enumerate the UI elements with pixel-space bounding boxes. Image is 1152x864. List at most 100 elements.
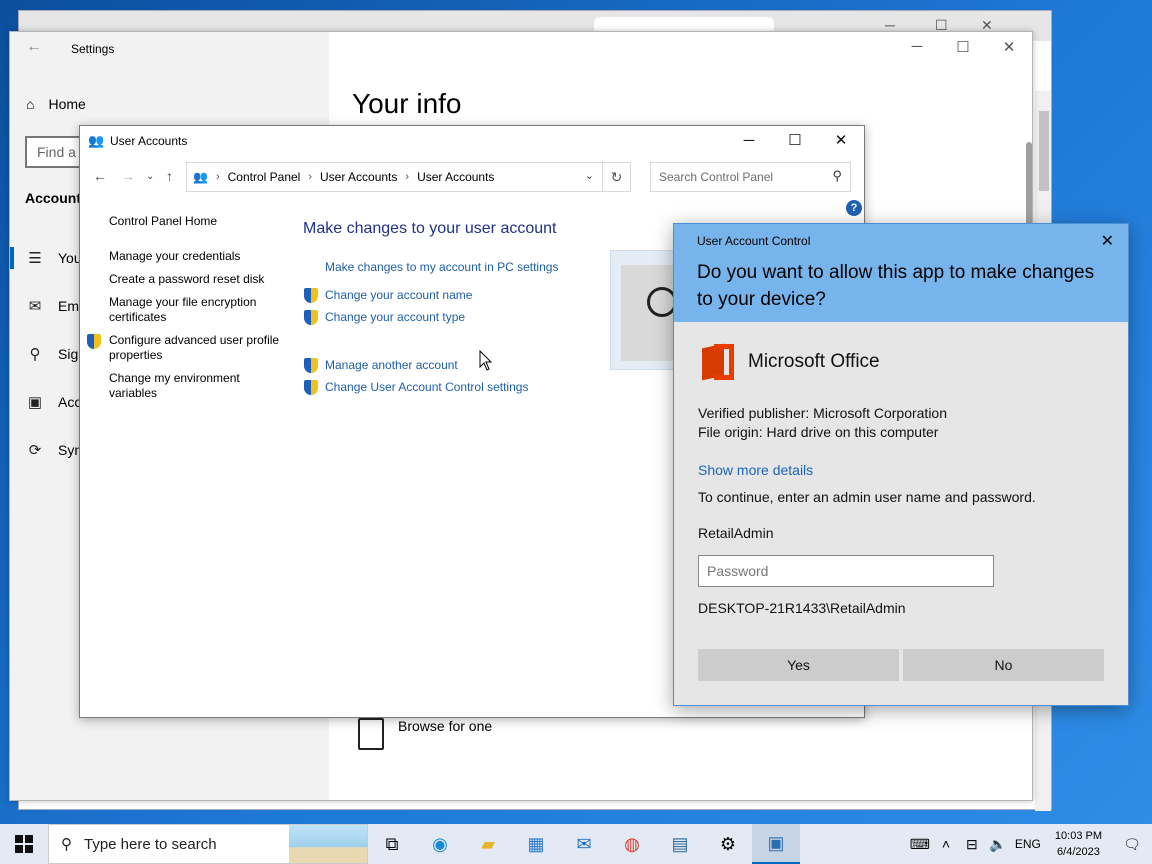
address-dropdown-icon[interactable]: ⌄ <box>585 169 594 182</box>
help-icon[interactable]: ? <box>846 200 862 216</box>
user-accounts-taskbar-icon[interactable]: ▣ <box>752 824 800 864</box>
language-indicator[interactable]: ENG <box>1011 837 1045 851</box>
back-arrow-icon[interactable]: ← <box>26 38 42 56</box>
network-icon[interactable]: ⊟ <box>959 836 985 853</box>
settings-minimize-icon[interactable]: ─ <box>894 38 940 55</box>
no-button[interactable]: No <box>903 649 1104 681</box>
uac-header: User Account Control ✕ Do you want to al… <box>674 224 1128 322</box>
search-icon: ⚲ <box>832 168 842 183</box>
breadcrumb-separator: › <box>308 171 313 183</box>
link-uac-settings[interactable]: Change User Account Control settings <box>303 380 558 395</box>
control-panel-icon[interactable]: ▤ <box>656 824 704 864</box>
clock[interactable]: 10:03 PM 6/4/2023 <box>1045 828 1112 860</box>
breadcrumb-item[interactable]: Control Panel <box>228 170 301 184</box>
clock-time: 10:03 PM <box>1054 830 1102 842</box>
search-control-panel-input[interactable]: Search Control Panel ⚲ <box>650 162 851 192</box>
link-environment-variables[interactable]: Change my environment variables <box>109 371 289 401</box>
system-tray: ⌨ ˄ ⊟ 🔈 ENG 10:03 PM 6/4/2023 🗨 <box>907 824 1152 864</box>
link-file-encryption[interactable]: Manage your file encryption certificates <box>109 295 289 325</box>
link-password-reset-disk[interactable]: Create a password reset disk <box>109 272 289 287</box>
breadcrumb-separator: › <box>405 171 410 183</box>
show-more-details-link[interactable]: Show more details <box>698 462 813 478</box>
office-logo-icon <box>702 343 734 381</box>
search-placeholder: Search Control Panel <box>659 170 774 184</box>
refresh-button[interactable]: ↻ <box>603 162 631 192</box>
home-label: Home <box>48 96 86 112</box>
address-bar: ← → ⌄ ↑ 👥 › Control Panel › User Account… <box>88 162 858 192</box>
settings-gear-icon[interactable]: ⚙ <box>704 824 752 864</box>
yes-button[interactable]: Yes <box>698 649 899 681</box>
edge-icon[interactable]: ◉ <box>416 824 464 864</box>
breadcrumb-item[interactable]: User Accounts <box>320 170 397 184</box>
briefcase-icon: ▣ <box>27 394 43 411</box>
search-highlight-image <box>289 825 367 863</box>
back-icon[interactable]: ← <box>93 168 107 184</box>
uac-question: Do you want to allow this app to make ch… <box>697 262 1095 310</box>
breadcrumb[interactable]: 👥 › Control Panel › User Accounts › User… <box>186 162 603 192</box>
settings-close-icon[interactable]: ✕ <box>986 38 1032 56</box>
link-change-account-name[interactable]: Change your account name <box>303 288 558 303</box>
nav-label: Acc <box>58 394 82 410</box>
mail-icon[interactable]: ✉ <box>560 824 608 864</box>
ua-main-pane: Make changes to your user account Make c… <box>303 220 558 402</box>
page-title: Your info <box>352 88 462 119</box>
uac-info: Verified publisher: Microsoft Corporatio… <box>698 404 947 442</box>
link-pc-settings[interactable]: Make changes to my account in PC setting… <box>325 260 558 274</box>
link-manage-credentials[interactable]: Manage your credentials <box>109 249 289 264</box>
task-view-icon[interactable]: ⧉ <box>368 824 416 864</box>
home-icon: ⌂ <box>26 96 35 112</box>
uac-domain-user: DESKTOP-21R1433\RetailAdmin <box>698 600 906 616</box>
app-name: Microsoft Office <box>748 351 880 372</box>
clock-date: 6/4/2023 <box>1057 846 1100 858</box>
store-icon[interactable]: ▦ <box>512 824 560 864</box>
sync-icon: ⟳ <box>28 442 42 459</box>
key-icon: ⚲ <box>29 346 41 363</box>
link-manage-another-account[interactable]: Manage another account <box>303 358 558 373</box>
mail-icon: ✉ <box>28 298 42 315</box>
account-avatar <box>610 250 681 370</box>
ua-minimize-icon[interactable]: ─ <box>726 129 772 153</box>
notification-icon[interactable]: 🗨 <box>1112 836 1152 853</box>
link-control-panel-home[interactable]: Control Panel Home <box>109 214 289 229</box>
taskbar: ⚲ Type here to search ⧉ ◉ ▰ ▦ ✉ ◍ ▤ ⚙ ▣ … <box>0 824 1152 864</box>
ua-titlebar: 👥 User Accounts ─ ☐ ✕ <box>80 126 864 156</box>
uac-instructions: To continue, enter an admin user name an… <box>698 489 1036 505</box>
uac-close-icon[interactable]: ✕ <box>1101 231 1114 251</box>
ua-left-pane: Control Panel Home Manage your credentia… <box>87 214 289 409</box>
settings-home[interactable]: ⌂ Home <box>26 96 86 112</box>
touch-keyboard-icon[interactable]: ⌨ <box>907 836 933 853</box>
forward-icon[interactable]: → <box>121 168 135 184</box>
users-icon: 👥 <box>88 133 105 148</box>
ua-main-heading: Make changes to your user account <box>303 220 557 237</box>
ua-close-icon[interactable]: ✕ <box>818 129 864 153</box>
browse-for-one[interactable]: Browse for one <box>358 718 492 750</box>
password-field[interactable] <box>698 555 994 587</box>
chrome-icon[interactable]: ◍ <box>608 824 656 864</box>
uac-app: Microsoft Office <box>702 343 880 381</box>
browser-scroll-thumb[interactable] <box>1039 111 1049 191</box>
volume-muted-icon[interactable]: 🔈 <box>985 836 1011 853</box>
breadcrumb-separator: › <box>215 171 220 183</box>
origin-text: File origin: Hard drive on this computer <box>698 424 939 440</box>
up-icon[interactable]: ↑ <box>166 168 173 184</box>
taskbar-search[interactable]: ⚲ Type here to search <box>48 824 368 864</box>
breadcrumb-item[interactable]: User Accounts <box>417 170 494 184</box>
search-icon: ⚲ <box>61 836 72 853</box>
uac-username: RetailAdmin <box>698 525 774 541</box>
recent-chevron-icon[interactable]: ⌄ <box>146 171 154 182</box>
taskbar-search-placeholder: Type here to search <box>84 835 217 853</box>
uac-dialog: User Account Control ✕ Do you want to al… <box>673 223 1129 706</box>
ua-maximize-icon[interactable]: ☐ <box>772 129 818 153</box>
file-explorer-icon[interactable]: ▰ <box>464 824 512 864</box>
start-button[interactable] <box>0 824 48 864</box>
settings-maximize-icon[interactable]: ☐ <box>940 38 986 56</box>
browse-label: Browse for one <box>398 718 493 734</box>
person-card-icon: ☰ <box>28 250 42 267</box>
publisher-text: Verified publisher: Microsoft Corporatio… <box>698 405 948 421</box>
breadcrumb-icon: 👥 <box>193 170 208 184</box>
file-icon <box>358 718 384 750</box>
link-change-account-type[interactable]: Change your account type <box>303 310 558 325</box>
settings-title: Settings <box>71 42 115 56</box>
link-advanced-profile[interactable]: Configure advanced user profile properti… <box>87 333 289 363</box>
chevron-up-icon[interactable]: ˄ <box>933 836 959 852</box>
